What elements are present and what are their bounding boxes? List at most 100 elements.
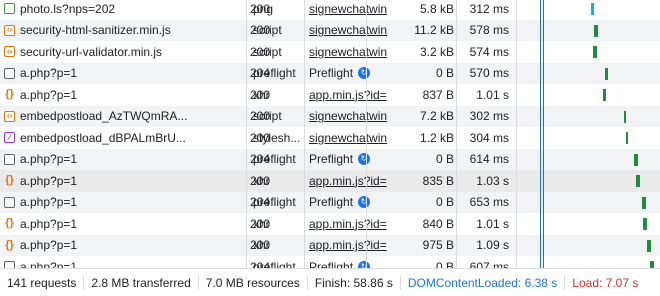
waterfall-bar[interactable] (636, 175, 640, 187)
waterfall-bar[interactable] (634, 153, 638, 166)
initiator-link[interactable]: app.min.js?id= (309, 217, 387, 231)
xhr-icon: {} (5, 217, 14, 230)
table-row[interactable]: a.php?p=1 204 preflight Preflight ↻ 0 B 614 ms (0, 148, 660, 171)
table-row[interactable]: a.php?p=1 204 preflight Preflight ↻ 0 B 570 ms (0, 62, 660, 85)
initiator-link[interactable]: app.min.js?id= (309, 174, 387, 188)
initiator-link[interactable]: signewchatwin (309, 23, 387, 37)
initiator-link[interactable]: signewchatwin (309, 2, 387, 16)
initiator-link[interactable]: app.min.js?id= (309, 88, 387, 102)
type-cell: xhr (253, 238, 270, 253)
column-divider[interactable] (516, 0, 517, 268)
size-cell: 837 B (422, 87, 454, 102)
type-cell: png (253, 1, 274, 16)
initiator-link[interactable]: signewchatwin (309, 109, 387, 123)
waterfall-bar[interactable] (593, 46, 597, 58)
request-name-cell[interactable]: photo.ls?nps=202 (0, 0, 246, 20)
waterfall-bar[interactable] (605, 67, 608, 80)
type-cell: xhr (253, 216, 270, 231)
preflight-link-icon[interactable]: ↻ (358, 67, 371, 80)
waterfall-bar[interactable] (650, 261, 654, 268)
initiator-cell[interactable]: app.min.js?id= (309, 213, 405, 235)
request-name-cell[interactable]: ‹› security-url-validator.min.js (0, 41, 246, 63)
type-cell: preflight (253, 66, 296, 81)
initiator-label[interactable]: Preflight (309, 66, 353, 80)
request-name-cell[interactable]: a.php?p=1 (0, 256, 246, 268)
time-cell: 607 ms (469, 259, 509, 268)
document-icon (4, 196, 15, 208)
time-cell: 1.01 s (476, 216, 509, 231)
request-name: photo.ls?nps=202 (20, 1, 116, 16)
request-name-cell[interactable]: a.php?p=1 (0, 192, 246, 214)
initiator-cell[interactable]: signewchatwin (309, 20, 405, 42)
initiator-link[interactable]: app.min.js?id= (309, 238, 387, 252)
request-name: a.php?p=1 (20, 66, 78, 81)
xhr-icon: {} (5, 174, 14, 187)
size-cell: 0 B (435, 152, 454, 167)
initiator-cell[interactable]: app.min.js?id= (309, 170, 405, 192)
table-row[interactable]: {} a.php?p=1 200 xhr app.min.js?id= 835 B 1.03… (0, 170, 660, 192)
waterfall-bar[interactable] (642, 196, 646, 209)
preflight-link-icon[interactable]: ↻ (358, 260, 371, 268)
type-cell: stylesh... (253, 130, 301, 145)
initiator-cell[interactable]: Preflight ↻ (309, 256, 405, 268)
column-divider[interactable] (366, 0, 367, 268)
waterfall-bar[interactable] (591, 3, 594, 15)
initiator-cell[interactable]: app.min.js?id= (309, 84, 405, 106)
request-name: security-html-sanitizer.min.js (20, 23, 171, 38)
initiator-link[interactable]: signewchatwin (309, 131, 387, 145)
initiator-cell[interactable]: Preflight ↻ (309, 149, 405, 171)
waterfall-bar[interactable] (624, 110, 626, 123)
request-name: security-url-validator.min.js (20, 44, 163, 59)
request-name-cell[interactable]: a.php?p=1 (0, 149, 246, 171)
column-divider[interactable] (246, 0, 247, 268)
request-name-cell[interactable]: ∕ embedpostload_dBPALmBrU... (0, 127, 246, 149)
script-icon: ‹› (4, 24, 15, 36)
request-name-cell[interactable]: ‹› embedpostload_AzTWQmRA... (0, 106, 246, 128)
waterfall-bar[interactable] (647, 239, 651, 252)
size-cell: 5.8 kB (419, 1, 454, 16)
table-row[interactable]: ‹› security-html-sanitizer.min.js 200 scrip… (0, 19, 660, 42)
table-row[interactable]: {} a.php?p=1 200 xhr app.min.js?id= 840 B 1.01… (0, 213, 660, 235)
domcontentloaded-time: DOMContentLoaded: 6.38 s (401, 275, 566, 290)
time-cell: 570 ms (469, 66, 509, 81)
column-divider[interactable] (304, 0, 305, 268)
request-name-cell[interactable]: {} a.php?p=1 (0, 84, 246, 106)
table-row[interactable]: {} a.php?p=1 200 xhr app.min.js?id= 975 B 1.09… (0, 234, 660, 257)
table-row[interactable]: {} a.php?p=1 200 xhr app.min.js?id= 837 B 1.01… (0, 84, 660, 106)
table-row[interactable]: ‹› embedpostload_AzTWQmRA... 200 script sign… (0, 105, 660, 128)
waterfall-bar[interactable] (594, 24, 598, 37)
request-name-cell[interactable]: {} a.php?p=1 (0, 170, 246, 192)
request-name-cell[interactable]: a.php?p=1 (0, 63, 246, 85)
table-row[interactable]: a.php?p=1 204 preflight Preflight ↻ 0 B 607 ms (0, 256, 660, 268)
request-name-cell[interactable]: {} a.php?p=1 (0, 213, 246, 235)
request-name: a.php?p=1 (20, 152, 78, 167)
request-name-cell[interactable]: {} a.php?p=1 (0, 235, 246, 257)
initiator-cell[interactable]: Preflight ↻ (309, 192, 405, 214)
preflight-link-icon[interactable]: ↻ (358, 153, 371, 166)
initiator-label[interactable]: Preflight (309, 260, 353, 268)
waterfall-bar[interactable] (626, 132, 628, 144)
initiator-label[interactable]: Preflight (309, 152, 353, 166)
table-row[interactable]: a.php?p=1 204 preflight Preflight ↻ 0 B 653 ms (0, 191, 660, 214)
initiator-cell[interactable]: signewchatwin (309, 106, 405, 128)
waterfall-bar[interactable] (603, 89, 606, 101)
script-icon: ‹› (4, 110, 15, 122)
initiator-label[interactable]: Preflight (309, 195, 353, 209)
waterfall-bar[interactable] (643, 218, 647, 230)
type-cell: preflight (253, 195, 296, 210)
request-name-cell[interactable]: ‹› security-html-sanitizer.min.js (0, 20, 246, 42)
initiator-cell[interactable]: signewchatwin (309, 41, 405, 63)
preflight-link-icon[interactable]: ↻ (358, 196, 371, 209)
initiator-link[interactable]: signewchatwin (309, 45, 387, 59)
table-row[interactable]: photo.ls?nps=202 200 png signewchatwin 5.8 k… (0, 0, 660, 20)
initiator-cell[interactable]: signewchatwin (309, 0, 405, 20)
size-cell: 975 B (422, 238, 454, 253)
size-cell: 0 B (435, 195, 454, 210)
table-row[interactable]: ‹› security-url-validator.min.js 200 script… (0, 41, 660, 63)
initiator-cell[interactable]: app.min.js?id= (309, 235, 405, 257)
finish-time: Finish: 58.86 s (308, 275, 401, 290)
initiator-cell[interactable]: Preflight ↻ (309, 63, 405, 85)
initiator-cell[interactable]: signewchatwin (309, 127, 405, 149)
table-row[interactable]: ∕ embedpostload_dBPALmBrU... 200 stylesh...… (0, 127, 660, 149)
column-divider[interactable] (456, 0, 457, 268)
